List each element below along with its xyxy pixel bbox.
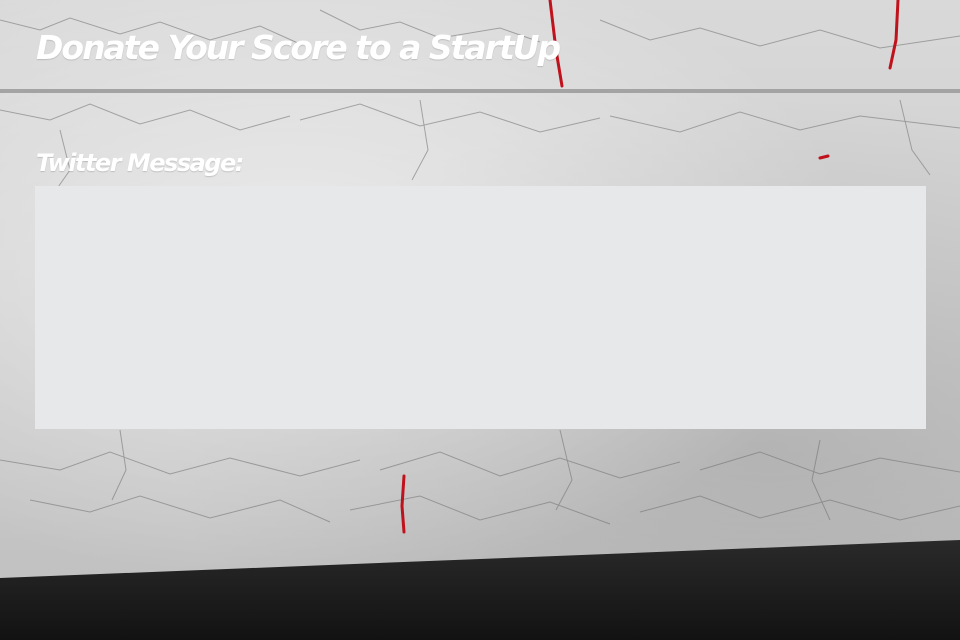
twitter-message-label: Twitter Message: xyxy=(36,149,244,177)
header-divider xyxy=(0,89,960,93)
page-title: Donate Your Score to a StartUp xyxy=(36,28,561,67)
twitter-message-input[interactable] xyxy=(35,186,926,429)
